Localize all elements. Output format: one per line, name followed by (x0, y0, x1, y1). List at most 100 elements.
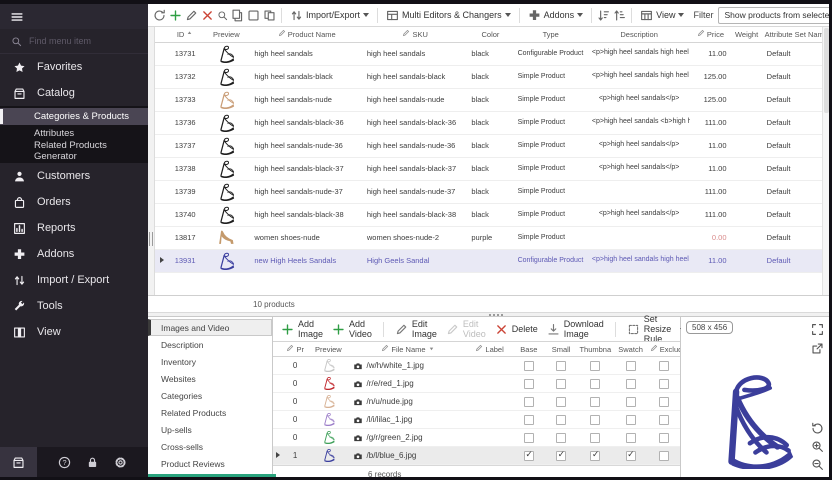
copy-button[interactable] (231, 6, 244, 24)
column-header-type[interactable]: Type (514, 27, 588, 42)
tab-cross-sells[interactable]: Cross-sells (148, 438, 272, 455)
column-header-label[interactable]: Label (466, 342, 512, 357)
gear-icon[interactable] (114, 456, 127, 469)
thumbnail-checkbox[interactable] (590, 361, 600, 371)
sidebar-item-reports[interactable]: Reports (0, 215, 148, 241)
base-checkbox[interactable] (524, 397, 534, 407)
duplicate-button[interactable] (263, 6, 276, 24)
table-row[interactable]: 13737 high heel sandals-nude-36 high hee… (155, 134, 822, 157)
column-header-weight[interactable]: Weight (731, 27, 763, 42)
edit-image-button[interactable]: Edit Image (395, 319, 437, 339)
tab-websites[interactable]: Websites (148, 370, 272, 387)
column-header-pr[interactable]: Pr (283, 342, 307, 357)
addons-dropdown-button[interactable]: Addons (525, 8, 587, 23)
zoom-in-icon[interactable] (811, 440, 824, 453)
set-resize-rule-button[interactable]: Set Resize Rule (627, 314, 672, 344)
sidebar-item-orders[interactable]: Orders (0, 189, 148, 215)
lock-icon[interactable] (86, 456, 99, 469)
image-row[interactable]: 0 /r/e/red_1.jpg (273, 375, 680, 393)
swatch-checkbox[interactable] (626, 451, 636, 461)
thumbnail-checkbox[interactable] (590, 397, 600, 407)
swatch-checkbox[interactable] (626, 397, 636, 407)
sidebar-item-tools[interactable]: Tools (0, 293, 148, 319)
column-header-exclude[interactable]: Exclude (648, 342, 680, 357)
base-checkbox[interactable] (524, 379, 534, 389)
small-checkbox[interactable] (556, 433, 566, 443)
add-video-button[interactable]: Add Video (332, 319, 372, 339)
column-header-attribute-set-name[interactable]: Attribute Set Name (763, 27, 822, 42)
import-export-dropdown-button[interactable]: Import/Export (287, 8, 372, 23)
tab-categories[interactable]: Categories (148, 387, 272, 404)
menu-search-input[interactable] (29, 36, 129, 46)
swatch-checkbox[interactable] (626, 415, 636, 425)
sidebar-item-favorites[interactable]: Favorites (0, 54, 148, 80)
table-row[interactable]: 13740 high heel sandals-black-38 high he… (155, 203, 822, 226)
thumbnail-checkbox[interactable] (590, 451, 600, 461)
thumbnail-checkbox[interactable] (590, 379, 600, 389)
sidebar-item-view[interactable]: View (0, 319, 148, 345)
sidebar-item-customers[interactable]: Customers (0, 163, 148, 189)
column-header-product-name[interactable]: Product Name (250, 27, 363, 42)
exclude-checkbox[interactable] (659, 451, 669, 461)
tab-inventory[interactable]: Inventory (148, 353, 272, 370)
search-button[interactable] (217, 6, 228, 24)
sidebar-item-import-export[interactable]: Import / Export (0, 267, 148, 293)
exclude-checkbox[interactable] (659, 361, 669, 371)
sidebar-item-catalog[interactable]: Catalog (0, 80, 148, 106)
tab-description[interactable]: Description (148, 336, 272, 353)
base-checkbox[interactable] (524, 361, 534, 371)
add-button[interactable] (169, 6, 182, 24)
column-header-price[interactable]: Price (690, 27, 730, 42)
fullscreen-icon[interactable] (811, 323, 824, 336)
table-row[interactable]: 13931 new High Heels Sandals High Geels … (155, 249, 822, 272)
sidebar-item-categories-products[interactable]: Categories & Products (0, 108, 148, 125)
image-row[interactable]: 0 /n/u/nude.jpg (273, 393, 680, 411)
rotate-icon[interactable] (811, 422, 824, 435)
small-checkbox[interactable] (556, 397, 566, 407)
table-row[interactable]: 13732 high heel sandals-black high heel … (155, 65, 822, 88)
column-header-base[interactable]: Base (513, 342, 545, 357)
exclude-checkbox[interactable] (659, 379, 669, 389)
tab-up-sells[interactable]: Up-sells (148, 421, 272, 438)
column-header-swatch[interactable]: Swatch (613, 342, 647, 357)
column-header-thumbna[interactable]: Thumbna (577, 342, 613, 357)
base-checkbox[interactable] (524, 433, 534, 443)
small-checkbox[interactable] (556, 361, 566, 371)
sort-za-button[interactable] (613, 6, 626, 24)
table-row[interactable]: 13817 women shoes-nude women shoes-nude-… (155, 226, 822, 249)
image-row[interactable]: 0 /w/h/white_1.jpg (273, 357, 680, 375)
delete-button[interactable] (201, 6, 214, 24)
panel-splitter[interactable] (148, 27, 155, 295)
category-filter-select[interactable]: Show products from selected categories (718, 7, 829, 24)
table-row[interactable]: 13736 high heel sandals-black-36 high he… (155, 111, 822, 134)
small-checkbox[interactable] (556, 451, 566, 461)
column-header-preview[interactable]: Preview (307, 342, 349, 357)
tab-product-reviews[interactable]: Product Reviews (148, 455, 272, 472)
delete-button[interactable]: Delete (495, 323, 538, 336)
sidebar-item-addons[interactable]: Addons (0, 241, 148, 267)
column-header-color[interactable]: Color (467, 27, 513, 42)
tab-images-and-video[interactable]: Images and Video (148, 319, 272, 336)
refresh-button[interactable] (153, 6, 166, 24)
column-header-file-name[interactable]: File Name (350, 342, 467, 357)
image-row[interactable]: 1 /b/l/blue_6.jpg (273, 447, 680, 465)
thumbnail-checkbox[interactable] (590, 433, 600, 443)
base-checkbox[interactable] (524, 451, 534, 461)
table-row[interactable]: 13731 high heel sandals high heel sandal… (155, 42, 822, 65)
sidebar-search[interactable] (0, 29, 148, 54)
add-image-button[interactable]: Add Image (281, 319, 323, 339)
vertical-scrollbar[interactable] (822, 27, 829, 295)
image-row[interactable]: 0 /l/i/lilac_1.jpg (273, 411, 680, 429)
swatch-checkbox[interactable] (626, 379, 636, 389)
table-row[interactable]: 13733 high heel sandals-nude high heel s… (155, 88, 822, 111)
exclude-checkbox[interactable] (659, 433, 669, 443)
column-header-id[interactable]: ID (168, 27, 202, 42)
tab-related-products[interactable]: Related Products (148, 404, 272, 421)
checkbox-button[interactable] (247, 6, 260, 24)
small-checkbox[interactable] (556, 415, 566, 425)
view-dropdown-button[interactable]: View (637, 8, 687, 23)
thumbnail-checkbox[interactable] (590, 415, 600, 425)
exclude-checkbox[interactable] (659, 415, 669, 425)
zoom-out-icon[interactable] (811, 458, 824, 471)
column-header-description[interactable]: Description (588, 27, 690, 42)
